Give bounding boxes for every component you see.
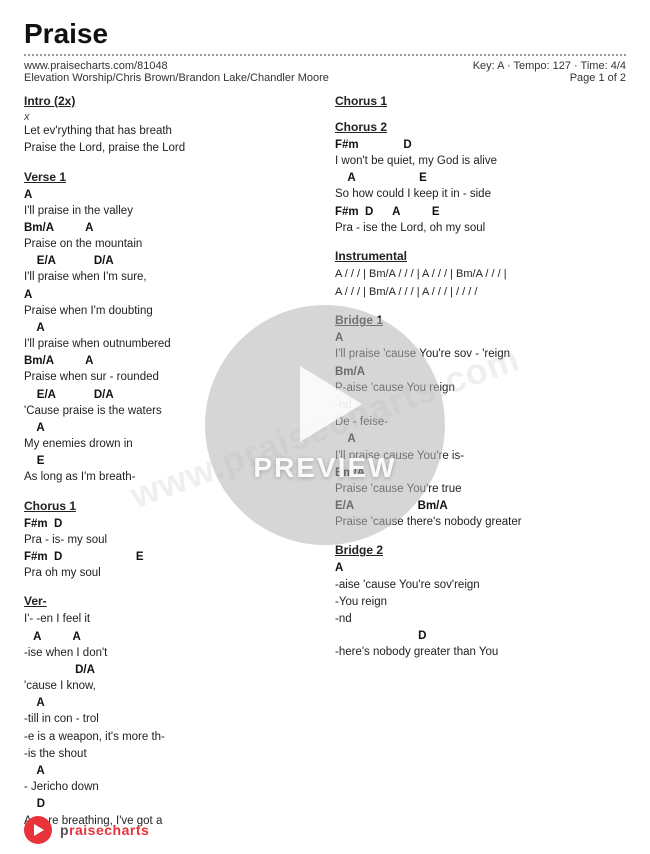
section-verse2-partial: Ver- I'- -en I feel it A A -ise when I d…: [24, 594, 315, 829]
content-columns: Intro (2x) x Let ev'rything that has bre…: [24, 94, 626, 842]
verse2-partial-title: Ver-: [24, 594, 315, 608]
footer-play-icon: [34, 824, 44, 836]
footer-logo: [24, 816, 52, 844]
title: Praise: [24, 18, 626, 50]
section-chorus2: Chorus 2 F#m D I won't be quiet, my God …: [335, 120, 626, 237]
section-intro: Intro (2x) x Let ev'rything that has bre…: [24, 94, 315, 158]
key-tempo-time: Key: A · Tempo: 127 · Time: 4/4 Page 1 o…: [473, 60, 626, 84]
meta-row: www.praisecharts.com/81048 Elevation Wor…: [24, 60, 626, 84]
url-authors: www.praisecharts.com/81048 Elevation Wor…: [24, 60, 329, 84]
section-bridge1: Bridge 1 A I'll praise 'cause You're sov…: [335, 313, 626, 531]
chorus1-left-title: Chorus 1: [24, 499, 315, 513]
chorus2-title: Chorus 2: [335, 120, 626, 134]
bridge2-title: Bridge 2: [335, 543, 626, 557]
instrumental-title: Instrumental: [335, 249, 626, 263]
intro-title: Intro (2x): [24, 94, 315, 108]
divider: [24, 54, 626, 56]
section-chorus1-right: Chorus 1: [335, 94, 626, 108]
right-column: Chorus 1 Chorus 2 F#m D I won't be quiet…: [335, 94, 626, 842]
intro-x: x: [24, 111, 315, 123]
section-bridge2: Bridge 2 A -aise 'cause You're sov'reign…: [335, 543, 626, 661]
chorus1-right-title: Chorus 1: [335, 94, 626, 108]
verse1-title: Verse 1: [24, 170, 315, 184]
footer: praisecharts: [24, 816, 149, 844]
footer-brand: praisecharts: [60, 822, 149, 838]
page: Praise www.praisecharts.com/81048 Elevat…: [0, 0, 650, 854]
section-verse1: Verse 1 A I'll praise in the valley Bm/A…: [24, 170, 315, 487]
section-instrumental: Instrumental A / / / | Bm/A / / / | A / …: [335, 249, 626, 301]
section-chorus1-left: Chorus 1 F#m D Pra - is- my soul F#m D E…: [24, 499, 315, 583]
left-column: Intro (2x) x Let ev'rything that has bre…: [24, 94, 315, 842]
bridge1-title: Bridge 1: [335, 313, 626, 327]
